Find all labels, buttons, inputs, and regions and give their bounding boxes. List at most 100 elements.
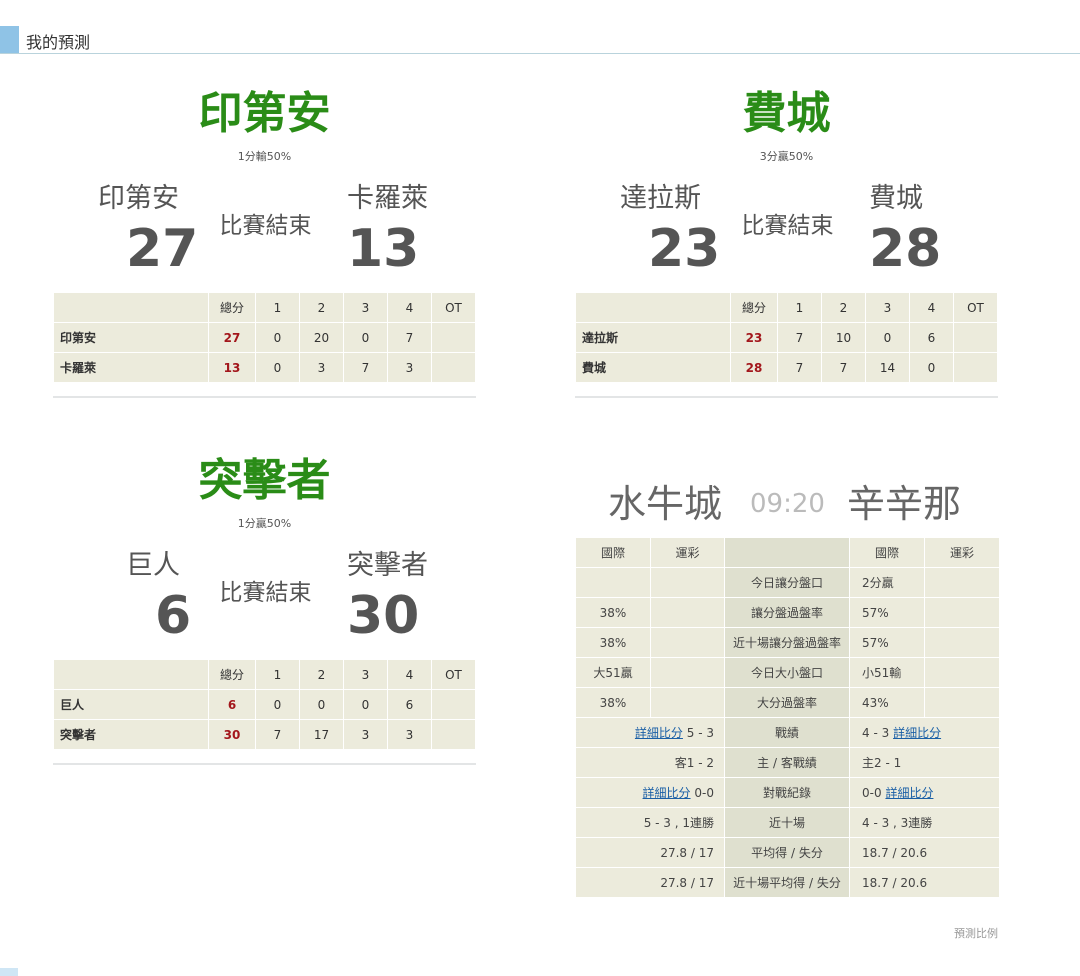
odds-header-row: 國際 運彩 國際 運彩 (575, 537, 1000, 568)
quarter-cell: 7 (255, 719, 300, 750)
prediction-note: 3分贏50% (759, 150, 814, 163)
right-last10-avg-cell: 18.7 / 20.6 (849, 867, 1000, 898)
divider (53, 396, 476, 398)
header-cell: 3 (343, 292, 388, 323)
quarter-cell: 7 (777, 352, 822, 383)
away-team-name: 達拉斯 (620, 183, 701, 214)
matchup-away-team: 辛辛那 (847, 482, 962, 526)
detail-score-link[interactable]: 詳細比分 (885, 786, 933, 800)
team-cell: 達拉斯 (575, 322, 731, 353)
ot-cell (431, 719, 476, 750)
ot-cell (953, 352, 998, 383)
quarter-cell: 14 (865, 352, 910, 383)
row-label: 大分過盤率 (724, 687, 850, 718)
section-accent-bar (0, 26, 19, 53)
row-label: 主 / 客戰績 (724, 747, 850, 778)
header-cell: OT (431, 659, 476, 690)
ot-cell (431, 689, 476, 720)
header-cell: 4 (387, 292, 432, 323)
right-lottery-cell (924, 627, 1000, 658)
header-cell: 2 (299, 292, 344, 323)
left-lottery-cell (650, 627, 725, 658)
left-h2h-cell: 詳細比分 0-0 (575, 777, 725, 808)
bottom-accent (0, 968, 18, 976)
left-last10-cell: 5 - 3 , 1連勝 (575, 807, 725, 838)
home-team-name: 突擊者 (347, 550, 428, 581)
detail-score-link[interactable]: 詳細比分 (635, 726, 683, 740)
quarter-cell: 3 (387, 719, 432, 750)
header-cell: OT (953, 292, 998, 323)
right-lottery-cell (924, 597, 1000, 628)
quarter-cell: 7 (777, 322, 822, 353)
header-cell: 1 (255, 659, 300, 690)
ot-cell (953, 322, 998, 353)
left-intl-cell: 38% (575, 687, 651, 718)
detail-score-link[interactable]: 詳細比分 (643, 786, 691, 800)
right-lottery-cell (924, 567, 1000, 598)
away-team-score: 27 (126, 219, 199, 279)
quarter-cell: 0 (299, 689, 344, 720)
quarter-cell: 20 (299, 322, 344, 353)
prediction-ratio-link[interactable]: 預測比例 (900, 925, 998, 941)
right-intl-cell: 57% (849, 627, 925, 658)
score-table: 總分 1 2 3 4 OT 巨人 6 0 0 0 6 突擊者 30 7 17 3… (53, 659, 476, 750)
left-intl-cell: 38% (575, 597, 651, 628)
divider (53, 763, 476, 765)
left-intl-cell (575, 567, 651, 598)
predicted-winner: 費城 (742, 88, 831, 139)
away-team-name: 巨人 (126, 550, 180, 581)
quarter-cell: 7 (821, 352, 866, 383)
quarter-cell: 3 (387, 352, 432, 383)
home-team-score: 13 (347, 219, 420, 279)
left-home-away-cell: 客1 - 2 (575, 747, 725, 778)
quarter-cell: 6 (909, 322, 954, 353)
row-label: 近十場讓分盤過盤率 (724, 627, 850, 658)
header-cell (53, 659, 209, 690)
h2h-value: 0-0 (862, 786, 882, 800)
score-table: 總分 1 2 3 4 OT 達拉斯 23 7 10 0 6 費城 28 7 7 … (575, 292, 998, 383)
left-intl-cell: 大51贏 (575, 657, 651, 688)
header-cell: 總分 (730, 292, 778, 323)
quarter-cell: 0 (255, 352, 300, 383)
detail-score-link[interactable]: 詳細比分 (893, 726, 941, 740)
score-row: 費城 28 7 7 14 0 (575, 352, 998, 383)
away-team-score: 23 (648, 219, 721, 279)
header-cell: 1 (777, 292, 822, 323)
odds-row-last10: 5 - 3 , 1連勝 近十場 4 - 3 , 3連勝 (575, 807, 1000, 838)
quarter-cell: 10 (821, 322, 866, 353)
total-cell: 13 (208, 352, 256, 383)
odds-row-record: 詳細比分 5 - 3 戰績 4 - 3 詳細比分 (575, 717, 1000, 748)
section-header: 我的預測 (0, 26, 1080, 54)
right-intl-cell: 2分贏 (849, 567, 925, 598)
header-cell: 2 (821, 292, 866, 323)
row-label: 今日大小盤口 (724, 657, 850, 688)
header-cell (575, 292, 731, 323)
predicted-winner: 突擊者 (198, 455, 331, 506)
odds-row-cover-rate: 38% 讓分盤過盤率 57% (575, 597, 1000, 628)
odds-row-last10-avg: 27.8 / 17 近十場平均得 / 失分 18.7 / 20.6 (575, 867, 1000, 898)
header-cell: 總分 (208, 659, 256, 690)
odds-comparison-table: 國際 運彩 國際 運彩 今日讓分盤口 2分贏 38% 讓分盤過盤率 57% 38… (575, 537, 1000, 898)
label-header (724, 537, 850, 568)
header-cell: 4 (909, 292, 954, 323)
quarter-cell: 17 (299, 719, 344, 750)
header-cell (53, 292, 209, 323)
header-cell: OT (431, 292, 476, 323)
away-team-name: 印第安 (98, 183, 179, 214)
record-value: 4 - 3 (862, 726, 890, 740)
left-intl-cell: 38% (575, 627, 651, 658)
total-cell: 27 (208, 322, 256, 353)
team-cell: 印第安 (53, 322, 209, 353)
quarter-cell: 7 (343, 352, 388, 383)
header-cell: 3 (865, 292, 910, 323)
header-cell: 3 (343, 659, 388, 690)
right-last10-cell: 4 - 3 , 3連勝 (849, 807, 1000, 838)
home-team-name: 費城 (869, 183, 923, 214)
score-row: 突擊者 30 7 17 3 3 (53, 719, 476, 750)
matchup-time: 09:20 (750, 489, 825, 519)
right-intl-cell: 43% (849, 687, 925, 718)
left-last10-avg-cell: 27.8 / 17 (575, 867, 725, 898)
prediction-note: 1分贏50% (237, 517, 292, 530)
odds-row-home-away: 客1 - 2 主 / 客戰績 主2 - 1 (575, 747, 1000, 778)
predicted-winner: 印第安 (198, 88, 331, 139)
